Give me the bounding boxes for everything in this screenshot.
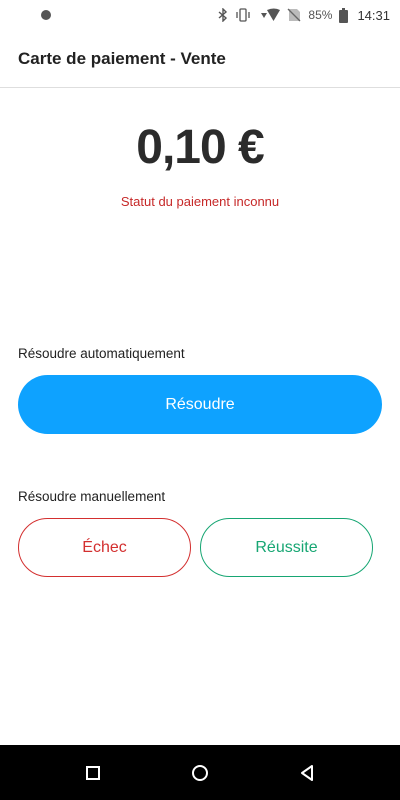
payment-amount: 0,10 € [136, 121, 264, 174]
fail-button[interactable]: Échec [18, 518, 191, 577]
system-nav-bar [0, 745, 400, 800]
recents-button[interactable] [63, 745, 123, 800]
no-sim-icon [287, 8, 301, 22]
bluetooth-icon [218, 8, 228, 22]
success-button[interactable]: Réussite [200, 518, 373, 577]
manual-resolve-label: Résoudre manuellement [18, 489, 166, 504]
back-button[interactable] [277, 745, 337, 800]
status-bar: 85% 14:31 [0, 0, 400, 30]
app-header: Carte de paiement - Vente [0, 30, 400, 88]
home-button[interactable] [170, 745, 230, 800]
wifi-icon [261, 8, 281, 21]
resolve-button[interactable]: Résoudre [18, 375, 382, 434]
recents-square-icon [86, 765, 101, 780]
page-title: Carte de paiement - Vente [18, 48, 226, 68]
battery-icon [339, 7, 349, 23]
auto-resolve-label: Résoudre automatiquement [18, 346, 185, 361]
back-triangle-icon [300, 764, 313, 781]
vibrate-icon [236, 8, 251, 22]
status-icons: 85% 14:31 [218, 7, 390, 23]
home-circle-icon [191, 764, 208, 781]
battery-percentage: 85% [308, 8, 333, 22]
payment-status-text: Statut du paiement inconnu [120, 194, 280, 209]
clock: 14:31 [357, 7, 390, 23]
notification-dot-icon [41, 10, 51, 20]
